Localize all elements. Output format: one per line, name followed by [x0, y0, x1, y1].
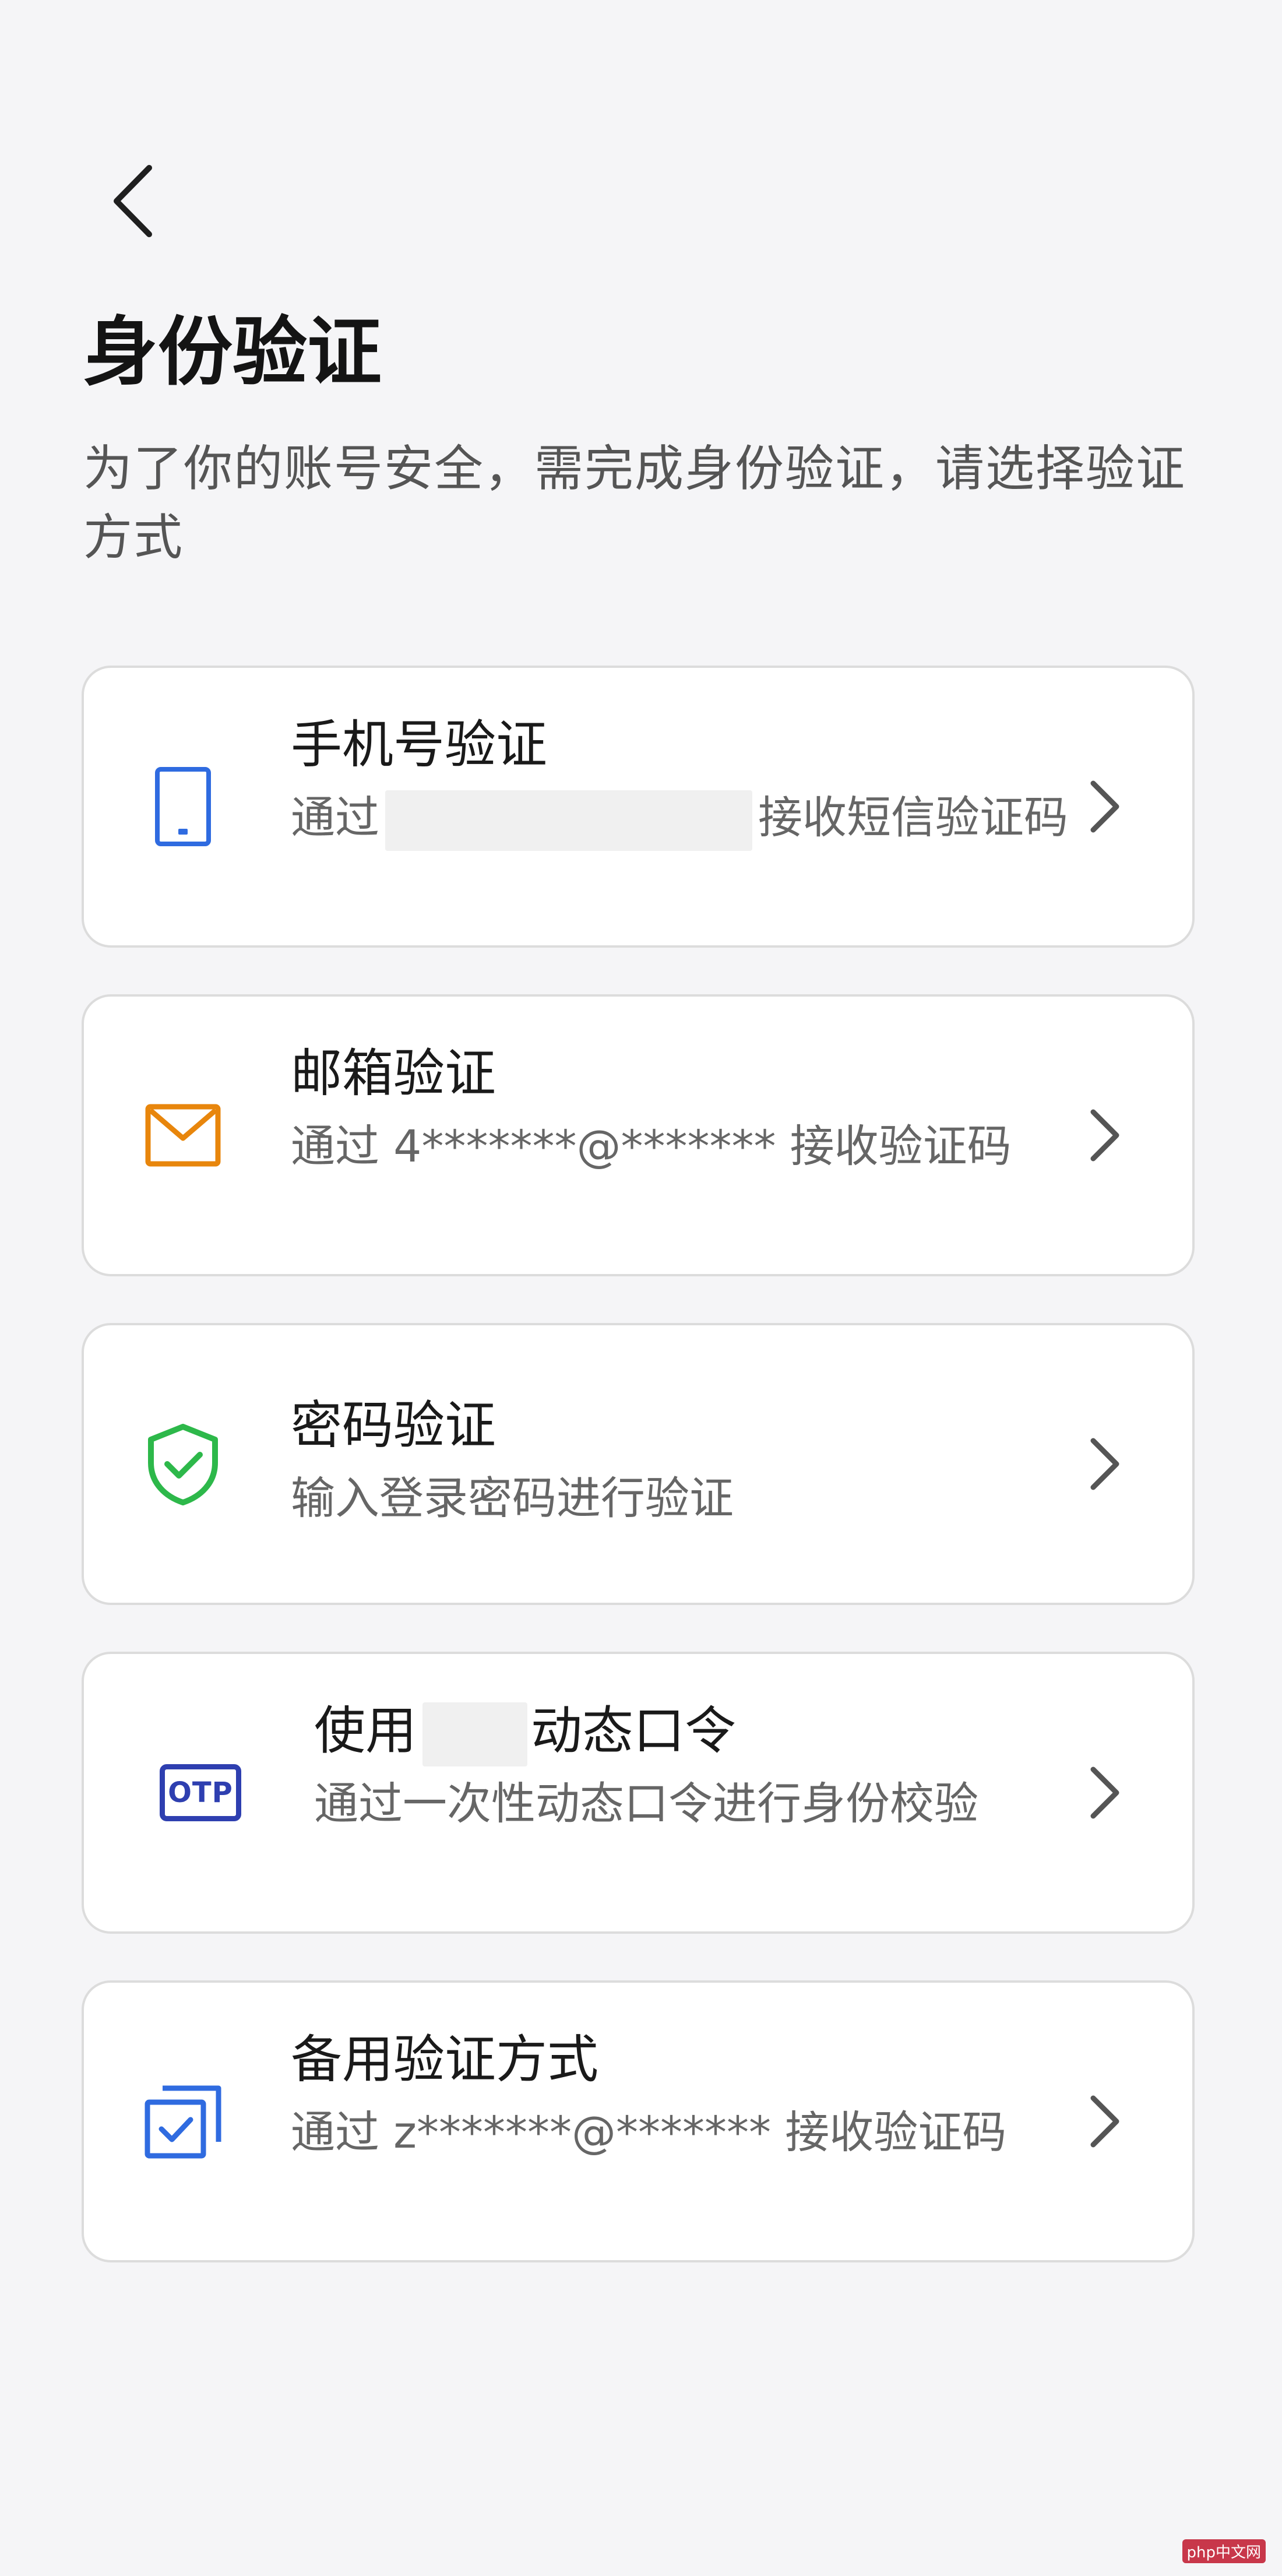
email-verification-card[interactable]: 邮箱验证 通过 4*******@******* 接收验证码 — [82, 994, 1195, 1276]
otp-icon: OTP — [160, 1749, 241, 1836]
backup-check-icon — [142, 2078, 224, 2165]
identity-verification-page: 身份验证 为了你的账号安全，需完成身份验证，请选择验证方式 手机号验证 通过 接收… — [0, 0, 1282, 2576]
shield-check-icon — [142, 1420, 224, 1508]
backup-verification-card[interactable]: 备用验证方式 通过 z*******@******* 接收验证码 — [82, 1980, 1195, 2262]
chevron-right-icon — [1090, 2095, 1119, 2148]
chevron-left-icon — [114, 165, 152, 237]
chevron-right-icon — [1090, 1766, 1119, 1819]
phone-icon — [142, 763, 224, 850]
subtitle-suffix: 接收短信验证码 — [758, 791, 1068, 843]
card-title: 密码验证 — [291, 1395, 496, 1455]
card-title: 邮箱验证 — [291, 1043, 496, 1103]
card-subtitle: 通过 接收短信验证码 — [291, 783, 1077, 852]
title-suffix: 动态口令 — [531, 1701, 737, 1761]
watermark: php中文网 — [1182, 2539, 1266, 2563]
card-subtitle: 通过 4*******@******* 接收验证码 — [291, 1120, 1012, 1172]
phone-verification-card[interactable]: 手机号验证 通过 接收短信验证码 — [82, 666, 1195, 948]
chevron-right-icon — [1090, 1438, 1119, 1490]
otp-verification-card[interactable]: OTP 使用 动态口令 通过一次性动态口令进行身份校验 — [82, 1652, 1195, 1934]
card-title: 手机号验证 — [291, 715, 548, 775]
card-subtitle: 通过 z*******@******* 接收验证码 — [291, 2106, 1007, 2158]
masked-app-name — [422, 1702, 528, 1767]
otp-badge: OTP — [160, 1764, 241, 1821]
card-subtitle: 输入登录密码进行验证 — [291, 1472, 734, 1524]
chevron-right-icon — [1090, 780, 1119, 833]
page-title: 身份验证 — [83, 309, 382, 396]
card-title: 备用验证方式 — [291, 2029, 599, 2089]
back-button[interactable] — [98, 157, 168, 245]
card-subtitle: 通过一次性动态口令进行身份校验 — [314, 1778, 978, 1829]
password-verification-card[interactable]: 密码验证 输入登录密码进行验证 — [82, 1323, 1195, 1605]
chevron-right-icon — [1090, 1109, 1119, 1162]
mail-icon — [142, 1092, 224, 1179]
subtitle-prefix: 通过 — [291, 791, 379, 843]
masked-phone-number — [385, 790, 752, 851]
card-title: 使用 动态口令 — [314, 1695, 1101, 1767]
title-prefix: 使用 — [314, 1701, 417, 1761]
page-description: 为了你的账号安全，需完成身份验证，请选择验证方式 — [83, 440, 1186, 566]
